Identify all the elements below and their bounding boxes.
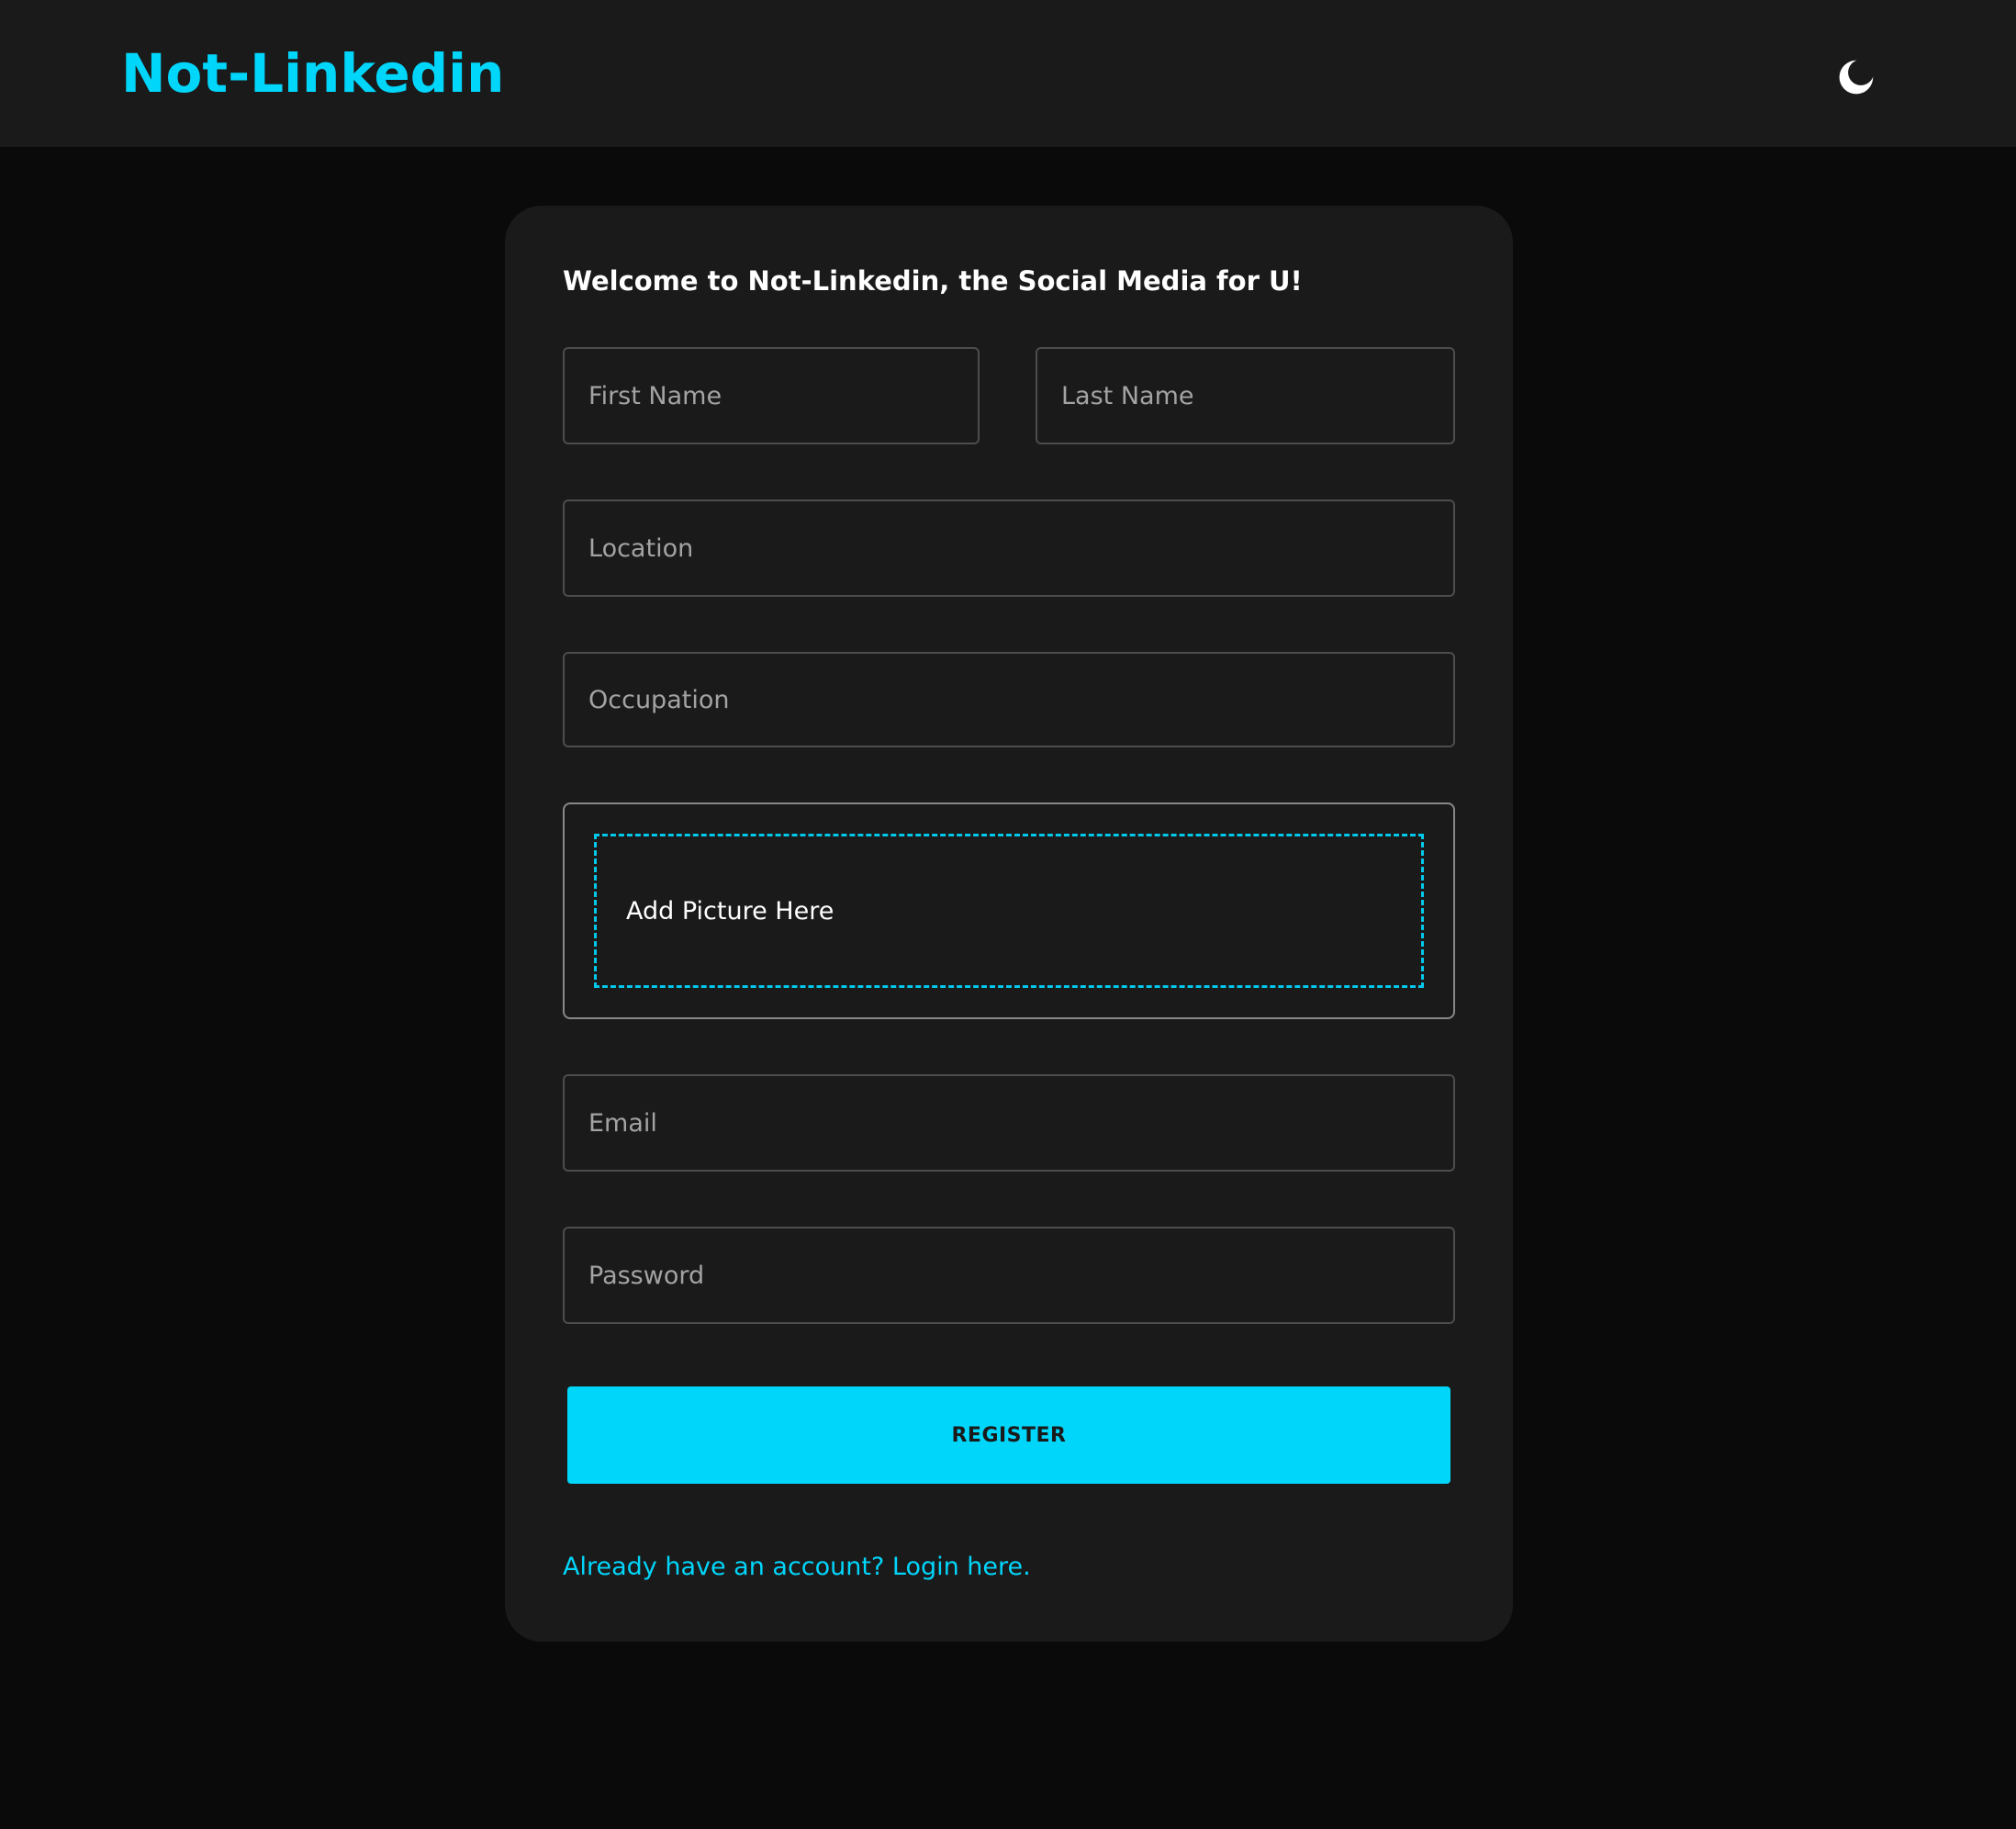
register-card: Welcome to Not-Linkedin, the Social Medi… [505, 206, 1513, 1642]
location-input[interactable] [563, 499, 1455, 597]
login-link[interactable]: Already have an account? Login here. [563, 1548, 1031, 1587]
occupation-input[interactable] [563, 652, 1455, 747]
picture-dropzone-label: Add Picture Here [626, 897, 834, 926]
moon-icon [1839, 60, 1874, 95]
last-name-input[interactable] [1036, 347, 1455, 444]
picture-dropzone[interactable]: Add Picture Here [594, 834, 1424, 988]
register-button[interactable]: REGISTER [567, 1386, 1450, 1484]
picture-upload-box: Add Picture Here [563, 802, 1455, 1019]
theme-toggle-button[interactable] [1820, 40, 1893, 114]
email-input[interactable] [563, 1074, 1455, 1172]
password-input[interactable] [563, 1227, 1455, 1324]
brand-logo[interactable]: Not-Linkedin [121, 33, 504, 114]
first-name-input[interactable] [563, 347, 980, 444]
welcome-heading: Welcome to Not-Linkedin, the Social Medi… [563, 265, 1303, 297]
top-navbar: Not-Linkedin [0, 0, 2016, 147]
